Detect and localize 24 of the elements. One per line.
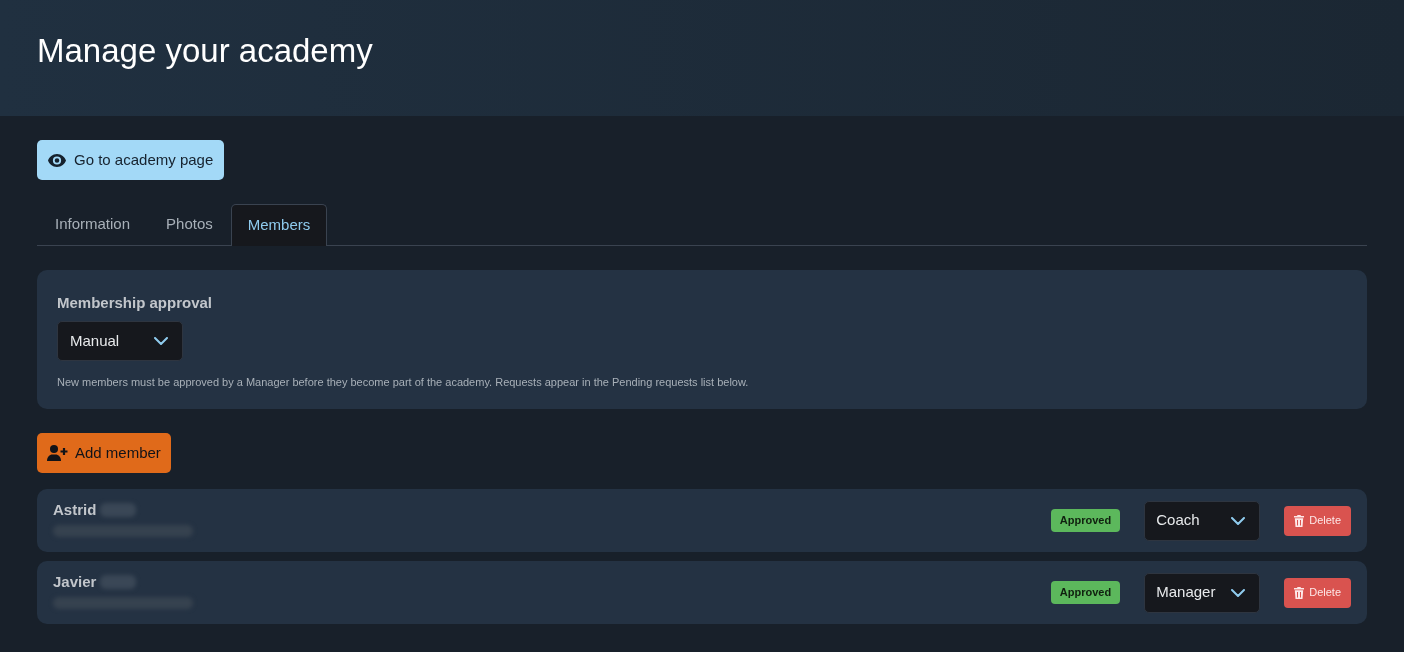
user-plus-icon — [47, 445, 68, 461]
trash-icon — [1294, 586, 1305, 599]
role-select[interactable]: Coach — [1144, 500, 1261, 541]
status-badge: Approved — [1050, 581, 1121, 604]
trash-icon — [1294, 514, 1305, 527]
member-name: Astrid — [53, 500, 97, 519]
chevron-down-icon — [1231, 516, 1246, 525]
tab[interactable]: Information — [37, 203, 149, 245]
chevron-down-icon — [154, 337, 168, 345]
member-name: Javier — [53, 572, 97, 591]
eye-icon — [48, 153, 66, 167]
membership-approval-label: Membership approval — [57, 293, 214, 313]
chevron-down-icon — [1231, 588, 1246, 597]
status-badge: Approved — [1050, 509, 1121, 532]
membership-approval-select[interactable]: Manual — [57, 321, 183, 361]
tab[interactable]: Photos — [148, 203, 231, 245]
delete-button[interactable]: Delete — [1284, 505, 1351, 536]
membership-approval-help-text: New members must be approved by a Manager before they become part of the academy. Requests appear in the Pending requests list below. — [57, 375, 750, 389]
delete-button[interactable]: Delete — [1284, 577, 1351, 608]
page-title: Manage your academy — [37, 33, 373, 67]
go-to-academy-page-button[interactable]: Go to academy page — [37, 140, 225, 180]
role-select[interactable]: Manager — [1144, 572, 1261, 613]
tab[interactable]: Members — [230, 204, 328, 246]
add-member-button[interactable]: Add member — [37, 433, 171, 473]
